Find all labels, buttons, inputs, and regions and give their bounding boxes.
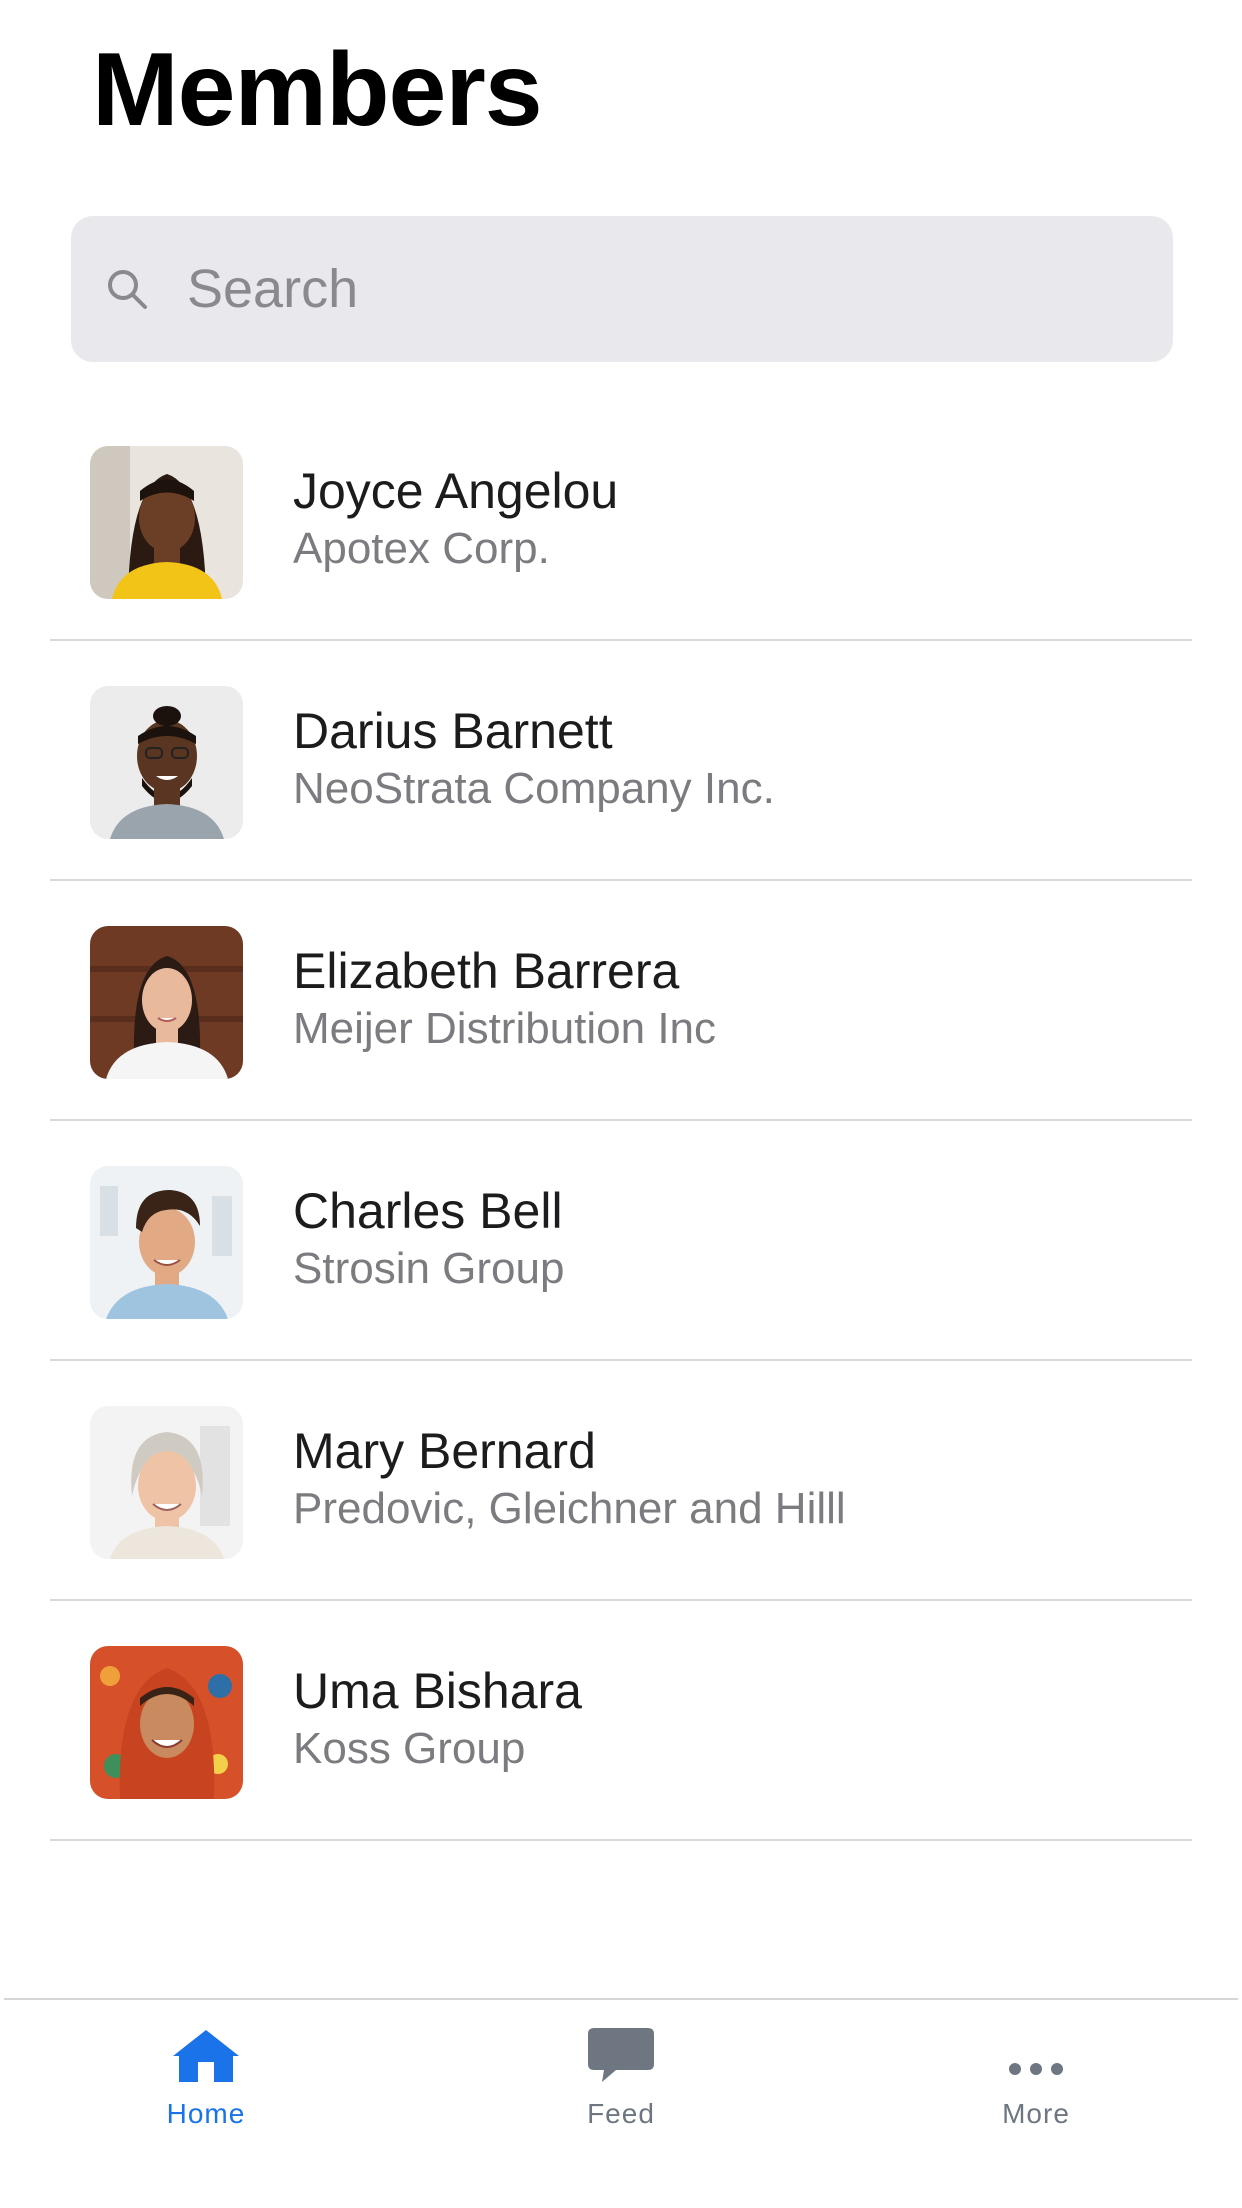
member-list: Joyce Angelou Apotex Corp. Darius Barnet… xyxy=(50,401,1192,1841)
tab-feed-label: Feed xyxy=(587,2098,655,2129)
member-company: Meijer Distribution Inc xyxy=(293,1004,717,1053)
tab-more[interactable]: More xyxy=(926,2014,1146,2134)
ellipsis-icon xyxy=(1001,2014,1071,2084)
avatar xyxy=(90,686,243,839)
tab-feed[interactable]: Feed xyxy=(511,2014,731,2134)
member-name: Elizabeth Barrera xyxy=(293,943,680,999)
member-company: Koss Group xyxy=(293,1724,526,1773)
member-name: Darius Barnett xyxy=(293,703,613,759)
tab-home-label: Home xyxy=(166,2098,246,2129)
members-screen: Members Search Joyce Angelou Apotex Corp… xyxy=(0,0,1242,2208)
avatar xyxy=(90,1646,243,1799)
member-name: Charles Bell xyxy=(293,1183,563,1239)
list-item[interactable]: Charles Bell Strosin Group xyxy=(50,1121,1192,1361)
avatar xyxy=(90,446,243,599)
tab-bar: Home Feed More xyxy=(4,1998,1238,2208)
list-item[interactable]: Elizabeth Barrera Meijer Distribution In… xyxy=(50,881,1192,1121)
chat-bubble-icon xyxy=(586,2014,656,2084)
member-company: Apotex Corp. xyxy=(293,524,550,573)
member-company: Strosin Group xyxy=(293,1244,565,1293)
tab-more-label: More xyxy=(1002,2098,1070,2129)
member-company: NeoStrata Company Inc. xyxy=(293,764,775,813)
avatar xyxy=(90,926,243,1079)
member-name: Uma Bishara xyxy=(293,1663,582,1719)
member-name: Joyce Angelou xyxy=(293,463,619,519)
member-name: Mary Bernard xyxy=(293,1423,596,1479)
list-item[interactable]: Joyce Angelou Apotex Corp. xyxy=(50,401,1192,641)
search-icon xyxy=(103,265,151,313)
page-title: Members xyxy=(92,32,543,148)
list-item[interactable]: Darius Barnett NeoStrata Company Inc. xyxy=(50,641,1192,881)
search-input[interactable] xyxy=(187,216,1173,362)
avatar xyxy=(90,1166,243,1319)
house-icon xyxy=(171,2014,241,2084)
tab-home[interactable]: Home xyxy=(96,2014,316,2134)
member-company: Predovic, Gleichner and Hilll xyxy=(293,1484,846,1533)
list-item[interactable]: Uma Bishara Koss Group xyxy=(50,1601,1192,1841)
avatar xyxy=(90,1406,243,1559)
list-item[interactable]: Mary Bernard Predovic, Gleichner and Hil… xyxy=(50,1361,1192,1601)
search-bar[interactable] xyxy=(71,216,1173,362)
